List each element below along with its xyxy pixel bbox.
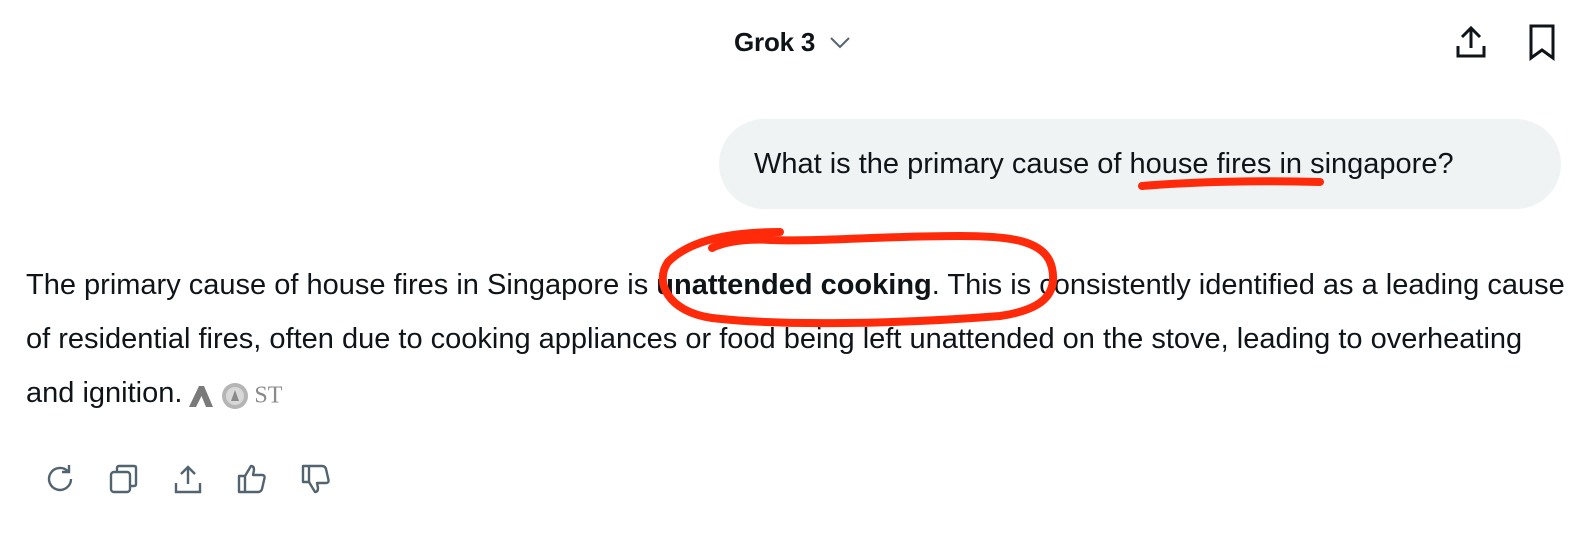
thumbs-down-icon[interactable]: [294, 457, 338, 501]
thumbs-up-icon[interactable]: [230, 457, 274, 501]
user-message-text: What is the primary cause of house fires…: [754, 147, 1454, 180]
regenerate-icon[interactable]: [38, 457, 82, 501]
model-name: Grok 3: [734, 26, 816, 57]
share-icon[interactable]: [166, 457, 210, 501]
chevron-down-icon: [827, 29, 853, 55]
source-icon-seal[interactable]: [220, 367, 250, 421]
highlighted-phrase: house fires: [1129, 147, 1272, 180]
source-icon-a[interactable]: [186, 367, 216, 421]
copy-icon[interactable]: [102, 457, 146, 501]
model-selector[interactable]: Grok 3: [734, 22, 853, 62]
bookmark-icon[interactable]: [1520, 20, 1564, 64]
assistant-answer: The primary cause of house fires in Sing…: [26, 258, 1571, 422]
share-upload-icon[interactable]: [1449, 20, 1493, 64]
message-actions: [38, 457, 338, 501]
source-icon-st[interactable]: ST: [254, 367, 282, 422]
user-message-bubble: What is the primary cause of house fires…: [719, 119, 1561, 209]
answer-bold-phrase: unattended cooking: [656, 269, 932, 301]
